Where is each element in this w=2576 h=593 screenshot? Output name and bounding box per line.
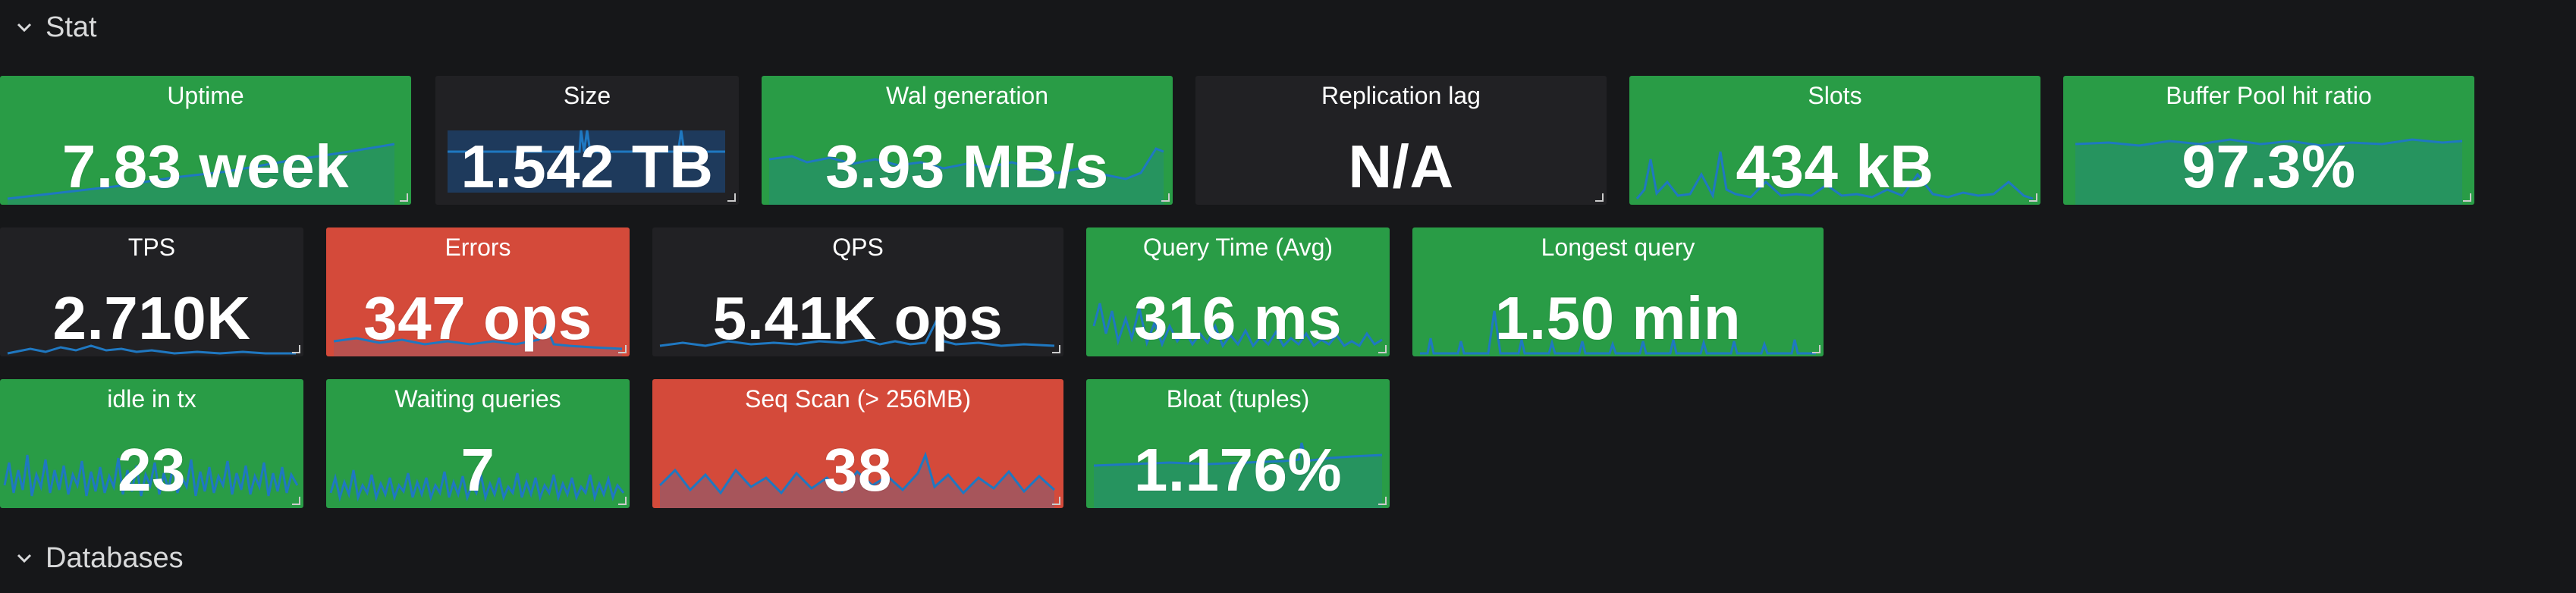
panel-seq-scan[interactable]: Seq Scan (> 256MB) 38 <box>652 379 1063 508</box>
panel-value: 2.710K <box>52 284 251 352</box>
chevron-down-icon[interactable] <box>9 12 39 42</box>
panel-title: Seq Scan (> 256MB) <box>745 385 971 413</box>
resize-handle-icon[interactable] <box>617 344 627 354</box>
resize-handle-icon[interactable] <box>1811 344 1821 354</box>
panel-value: 316 ms <box>1133 284 1343 352</box>
panel-wal-generation[interactable]: Wal generation 3.93 MB/s <box>762 76 1173 205</box>
panel-title: QPS <box>832 234 884 261</box>
row-header-databases[interactable]: Databases <box>0 535 184 581</box>
panel-query-time-avg[interactable]: Query Time (Avg) 316 ms <box>1086 227 1390 356</box>
panel-longest-query[interactable]: Longest query 1.50 min <box>1412 227 1824 356</box>
panel-title: Replication lag <box>1321 82 1481 109</box>
resize-handle-icon[interactable] <box>726 192 737 202</box>
panel-value: 1.542 TB <box>460 133 714 200</box>
panel-size[interactable]: Size 1.542 TB <box>435 76 739 205</box>
panel-title: Wal generation <box>885 82 1049 109</box>
panel-idle-in-tx[interactable]: idle in tx 23 <box>0 379 303 508</box>
row-header-stat[interactable]: Stat <box>0 5 97 50</box>
panel-value: 347 ops <box>363 284 592 352</box>
panel-value: 97.3% <box>2182 133 2356 200</box>
panel-title: Uptime <box>167 82 244 109</box>
panel-waiting-queries[interactable]: Waiting queries 7 <box>326 379 630 508</box>
resize-handle-icon[interactable] <box>1051 344 1061 354</box>
panel-buffer-pool-hit-ratio[interactable]: Buffer Pool hit ratio 97.3% <box>2063 76 2474 205</box>
panel-value: 3.93 MB/s <box>825 133 1109 200</box>
panel-title: idle in tx <box>107 385 196 413</box>
resize-handle-icon[interactable] <box>1594 192 1604 202</box>
chevron-down-icon[interactable] <box>9 543 39 573</box>
panel-value: 434 kB <box>1736 133 1934 200</box>
panel-replication-lag[interactable]: Replication lag N/A <box>1195 76 1607 205</box>
panel-title: Bloat (tuples) <box>1166 385 1310 413</box>
panel-value: 1.50 min <box>1494 284 1742 352</box>
panel-title: TPS <box>127 234 176 261</box>
panel-errors[interactable]: Errors 347 ops <box>326 227 630 356</box>
resize-handle-icon[interactable] <box>1051 495 1061 506</box>
row-title[interactable]: Databases <box>46 542 184 575</box>
resize-handle-icon[interactable] <box>291 495 301 506</box>
resize-handle-icon[interactable] <box>2461 192 2472 202</box>
resize-handle-icon[interactable] <box>2028 192 2038 202</box>
panel-slots[interactable]: Slots 434 kB <box>1629 76 2040 205</box>
panel-value: 7 <box>460 436 495 504</box>
panel-value: N/A <box>1348 133 1454 200</box>
resize-handle-icon[interactable] <box>1160 192 1170 202</box>
resize-handle-icon[interactable] <box>291 344 301 354</box>
panel-value: 7.83 week <box>61 133 350 200</box>
resize-handle-icon[interactable] <box>617 495 627 506</box>
panel-value: 5.41K ops <box>712 284 1004 352</box>
resize-handle-icon[interactable] <box>1377 344 1387 354</box>
panel-bloat-tuples[interactable]: Bloat (tuples) 1.176% <box>1086 379 1390 508</box>
panel-tps[interactable]: TPS 2.710K <box>0 227 303 356</box>
panel-value: 1.176% <box>1133 436 1343 504</box>
panel-title: Query Time (Avg) <box>1142 234 1334 261</box>
resize-handle-icon[interactable] <box>1377 495 1387 506</box>
panel-uptime[interactable]: Uptime 7.83 week <box>0 76 411 205</box>
panel-qps[interactable]: QPS 5.41K ops <box>652 227 1063 356</box>
panel-title: Waiting queries <box>394 385 561 413</box>
panel-title: Errors <box>445 234 511 261</box>
row-title[interactable]: Stat <box>46 11 97 44</box>
panel-title: Longest query <box>1541 234 1695 261</box>
panel-value: 23 <box>118 436 186 504</box>
resize-handle-icon[interactable] <box>398 192 409 202</box>
panel-title: Size <box>563 82 611 109</box>
panel-title: Buffer Pool hit ratio <box>2166 82 2372 109</box>
panel-title: Slots <box>1808 82 1862 109</box>
panel-value: 38 <box>824 436 892 504</box>
